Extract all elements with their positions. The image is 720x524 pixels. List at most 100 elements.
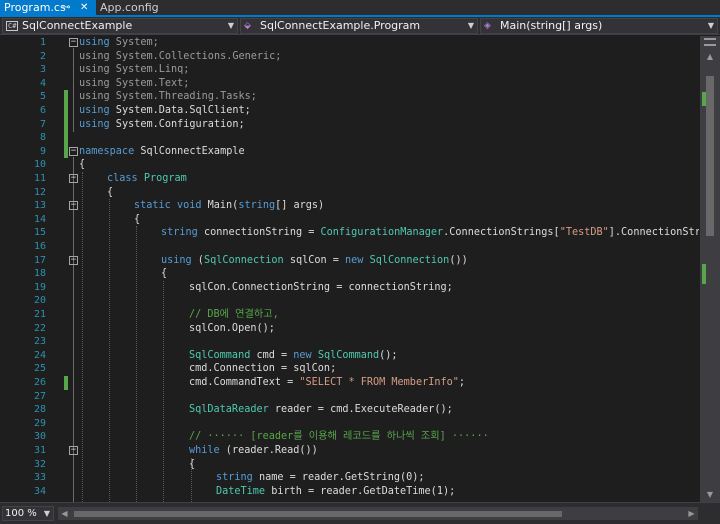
line-number: 28 (33, 404, 46, 416)
editor-bottom-bar: 100 % ▼ ◀ ▶ (0, 502, 720, 524)
vertical-scroll-thumb[interactable] (706, 76, 714, 236)
line-number: 6 (39, 105, 46, 116)
line-number: 26 (33, 377, 46, 388)
code-line: string name = reader.GetString(0); (216, 472, 425, 484)
project-dropdown[interactable]: C# SqlConnectExample ▼ (2, 18, 238, 34)
line-number: 13 (33, 200, 46, 212)
zoom-dropdown[interactable]: 100 % ▼ (2, 506, 54, 521)
horizontal-scroll-thumb[interactable] (74, 511, 562, 517)
scroll-right-icon[interactable]: ▶ (685, 507, 698, 520)
type-dropdown-label: SqlConnectExample.Program (260, 19, 421, 32)
line-number: 16 (33, 241, 46, 252)
code-line: SqlCommand cmd = new SqlCommand(); (189, 349, 398, 361)
chevron-down-icon: ▼ (707, 21, 714, 30)
vertical-scrollbar[interactable]: ▲ ▼ (700, 36, 720, 502)
tab-label: App.config (100, 1, 159, 14)
line-number: 9 (39, 145, 46, 157)
change-marker (702, 92, 706, 106)
line-number: 3 (39, 64, 46, 76)
outlining-collapse-toggle[interactable]: − (69, 147, 78, 156)
code-line: static void Main(string[] args) (134, 200, 325, 212)
chevron-down-icon: ▼ (227, 21, 234, 30)
line-number: 7 (39, 118, 46, 130)
line-number: 15 (33, 227, 46, 239)
scroll-up-icon[interactable]: ▲ (700, 50, 720, 64)
code-line: using (SqlConnection sqlCon = new SqlCon… (161, 254, 468, 266)
code-line: cmd.Connection = sqlCon; (189, 363, 337, 375)
code-line: { (107, 186, 114, 198)
code-line: { (161, 268, 168, 280)
code-line: DateTime birth = reader.GetDateTime(1); (216, 485, 456, 497)
code-line: sqlCon.Open(); (189, 322, 275, 334)
member-dropdown[interactable]: ◈ Main(string[] args) ▼ (480, 18, 718, 34)
outlining-collapse-toggle[interactable]: − (69, 256, 78, 265)
csharp-project-icon: C# (6, 21, 19, 31)
type-dropdown[interactable]: ⬙ SqlConnectExample.Program ▼ (240, 18, 478, 34)
scrollbar-corner (700, 503, 720, 524)
code-line: class Program (107, 173, 187, 184)
scroll-left-icon[interactable]: ◀ (58, 507, 71, 520)
line-number: 18 (33, 268, 46, 280)
line-number: 10 (33, 159, 46, 171)
pin-icon[interactable]: ⊸ (62, 0, 70, 15)
code-line: using System; (79, 37, 159, 48)
line-number: 27 (33, 390, 46, 402)
scroll-down-icon[interactable]: ▼ (700, 488, 720, 502)
line-number: 8 (39, 132, 46, 144)
chevron-down-icon: ▼ (467, 21, 474, 30)
code-line: { (189, 458, 196, 470)
line-number: 31 (33, 445, 46, 456)
change-marker (64, 90, 68, 158)
code-line: cmd.CommandText = "SELECT * FROM MemberI… (189, 377, 466, 388)
horizontal-scrollbar[interactable]: ◀ ▶ (58, 507, 698, 520)
code-line: sqlCon.ConnectionString = connectionStri… (189, 281, 453, 293)
line-number: 32 (33, 458, 46, 470)
outlining-guide (73, 48, 74, 132)
line-number-gutter: 1 2 3 4 5 6 7 8 9 10 11 12 13 14 15 16 17 18 19 20 21 22 23 24 2… (0, 36, 50, 502)
tab-program-cs[interactable]: Program.cs ⊸ ✕ (0, 0, 96, 15)
close-icon[interactable]: ✕ (80, 0, 88, 15)
line-number: 34 (33, 485, 46, 497)
document-tab-strip: Program.cs ⊸ ✕ App.config (0, 0, 720, 17)
line-number: 17 (33, 254, 46, 266)
code-line: using System.Threading.Tasks; (79, 91, 257, 103)
code-line: using System.Configuration; (79, 118, 245, 130)
code-line: using System.Linq; (79, 64, 190, 76)
outlining-collapse-toggle[interactable]: − (69, 38, 78, 47)
code-line: // ······ [reader를 이용해 레코드를 하나씩 조회] ····… (189, 431, 489, 443)
member-dropdown-label: Main(string[] args) (500, 19, 603, 32)
code-text-area[interactable]: using System; using System.Collections.G… (79, 36, 699, 502)
tab-label: Program.cs (4, 1, 66, 14)
code-line: { (134, 213, 141, 225)
outlining-collapse-toggle[interactable]: − (69, 174, 78, 183)
code-line: using System.Text; (79, 77, 190, 89)
line-number: 1 (39, 37, 46, 48)
code-line: string connectionString = ConfigurationM… (161, 227, 699, 239)
line-number: 21 (33, 309, 46, 320)
line-number: 5 (39, 91, 46, 103)
code-line: // DB에 연결하고, (189, 309, 279, 320)
chevron-down-icon: ▼ (43, 509, 50, 518)
line-number: 12 (33, 186, 46, 198)
outlining-collapse-toggle[interactable]: − (69, 446, 78, 455)
outlining-collapse-toggle[interactable]: − (69, 201, 78, 210)
line-number: 2 (39, 50, 46, 62)
line-number: 14 (33, 213, 46, 225)
change-marker (702, 264, 706, 284)
code-editor[interactable]: 1 2 3 4 5 6 7 8 9 10 11 12 13 14 15 16 17 18 19 20 21 22 23 24 2… (0, 36, 720, 502)
code-line: while (reader.Read()) (189, 445, 318, 456)
line-number: 11 (33, 173, 46, 184)
method-icon: ◈ (484, 21, 491, 31)
line-number: 24 (33, 349, 46, 361)
code-line: using System.Data.SqlClient; (79, 105, 251, 116)
line-number: 30 (33, 431, 46, 443)
line-number: 33 (33, 472, 46, 484)
code-line: using System.Collections.Generic; (79, 50, 282, 62)
split-handle-icon[interactable] (704, 38, 716, 46)
zoom-value: 100 % (5, 508, 37, 519)
code-line: namespace SqlConnectExample (79, 145, 245, 157)
tab-app-config[interactable]: App.config (96, 0, 166, 15)
project-dropdown-label: SqlConnectExample (22, 19, 133, 32)
code-line: { (79, 159, 86, 171)
line-number: 25 (33, 363, 46, 375)
